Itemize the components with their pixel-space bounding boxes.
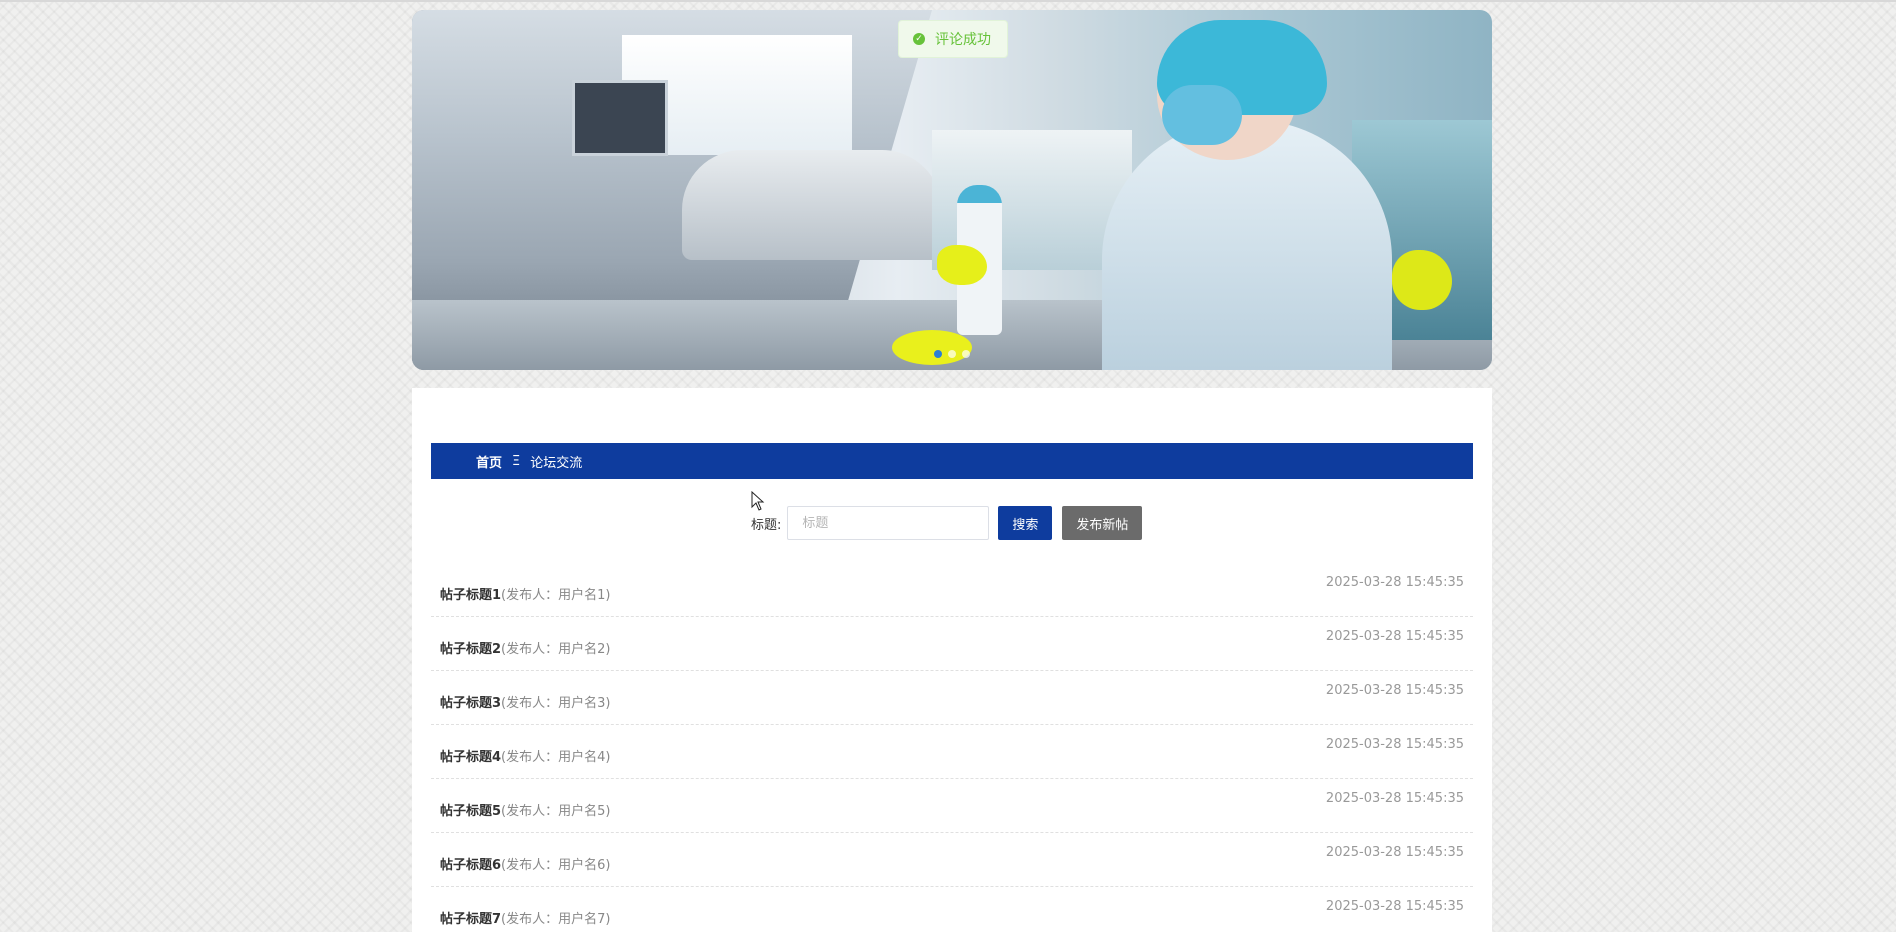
breadcrumb-current: 论坛交流	[530, 455, 583, 471]
check-circle-icon: ✓	[913, 33, 925, 45]
title-search-input[interactable]	[787, 506, 990, 540]
post-title[interactable]: 帖子标题7(发布人：用户名7)	[440, 908, 610, 927]
post-time: 2025-03-28 15:45:35	[1325, 629, 1464, 644]
banner-yellow-bag	[937, 245, 987, 285]
carousel-dot[interactable]	[934, 350, 942, 358]
breadcrumb: 首页 Ξ 论坛交流	[431, 443, 1473, 479]
banner-yellow-bag	[1392, 250, 1452, 310]
post-author: (发布人：用户名3)	[501, 696, 611, 711]
post-time: 2025-03-28 15:45:35	[1325, 791, 1464, 806]
post-author: (发布人：用户名7)	[501, 912, 611, 927]
post-time: 2025-03-28 15:45:35	[1325, 575, 1464, 590]
post-author: (发布人：用户名4)	[501, 750, 611, 765]
post-title[interactable]: 帖子标题2(发布人：用户名2)	[440, 638, 610, 657]
post-title[interactable]: 帖子标题4(发布人：用户名4)	[440, 746, 610, 765]
success-toast: ✓ 评论成功	[898, 20, 1008, 58]
post-author: (发布人：用户名6)	[501, 858, 611, 873]
post-title[interactable]: 帖子标题1(发布人：用户名1)	[440, 584, 610, 603]
post-row[interactable]: 帖子标题6(发布人：用户名6) 2025-03-28 15:45:35	[431, 833, 1473, 887]
post-time: 2025-03-28 15:45:35	[1325, 899, 1464, 914]
banner-nurse-coat	[1102, 120, 1392, 370]
post-row[interactable]: 帖子标题4(发布人：用户名4) 2025-03-28 15:45:35	[431, 725, 1473, 779]
mouse-cursor-icon	[751, 491, 765, 511]
post-author: (发布人：用户名2)	[501, 642, 611, 657]
breadcrumb-home[interactable]: 首页	[476, 452, 502, 471]
post-title[interactable]: 帖子标题3(发布人：用户名3)	[440, 692, 610, 711]
banner-yellow-bag	[892, 330, 972, 365]
post-time: 2025-03-28 15:45:35	[1325, 845, 1464, 860]
search-bar: 标题: 搜索 发布新帖	[751, 506, 1143, 540]
forum-panel: 首页 Ξ 论坛交流 标题: 搜索 发布新帖 帖子标题1(发布人：用户名1) 202…	[412, 388, 1492, 932]
post-row[interactable]: 帖子标题2(发布人：用户名2) 2025-03-28 15:45:35	[431, 617, 1473, 671]
post-row[interactable]: 帖子标题7(发布人：用户名7) 2025-03-28 15:45:35	[431, 887, 1473, 932]
post-author: (发布人：用户名1)	[501, 588, 611, 603]
post-author: (发布人：用户名5)	[501, 804, 611, 819]
carousel-dot[interactable]	[948, 350, 956, 358]
search-label: 标题:	[751, 517, 782, 533]
top-border	[0, 0, 1896, 2]
breadcrumb-separator: Ξ	[512, 453, 521, 469]
post-row[interactable]: 帖子标题1(发布人：用户名1) 2025-03-28 15:45:35	[431, 563, 1473, 617]
post-time: 2025-03-28 15:45:35	[1325, 737, 1464, 752]
post-row[interactable]: 帖子标题3(发布人：用户名3) 2025-03-28 15:45:35	[431, 671, 1473, 725]
banner-control-panel	[572, 80, 668, 156]
post-title[interactable]: 帖子标题5(发布人：用户名5)	[440, 800, 610, 819]
new-post-button[interactable]: 发布新帖	[1062, 506, 1143, 540]
banner-instrument-hood	[682, 150, 942, 260]
banner-nurse-mask	[1162, 85, 1242, 145]
carousel-indicators	[412, 350, 1492, 358]
post-list: 帖子标题1(发布人：用户名1) 2025-03-28 15:45:35 帖子标题2(…	[431, 563, 1473, 932]
carousel-dot[interactable]	[962, 350, 970, 358]
post-row[interactable]: 帖子标题5(发布人：用户名5) 2025-03-28 15:45:35	[431, 779, 1473, 833]
post-time: 2025-03-28 15:45:35	[1325, 683, 1464, 698]
banner-carousel[interactable]	[412, 10, 1492, 370]
search-button[interactable]: 搜索	[998, 506, 1053, 540]
toast-message: 评论成功	[935, 32, 991, 48]
post-title[interactable]: 帖子标题6(发布人：用户名6)	[440, 854, 610, 873]
